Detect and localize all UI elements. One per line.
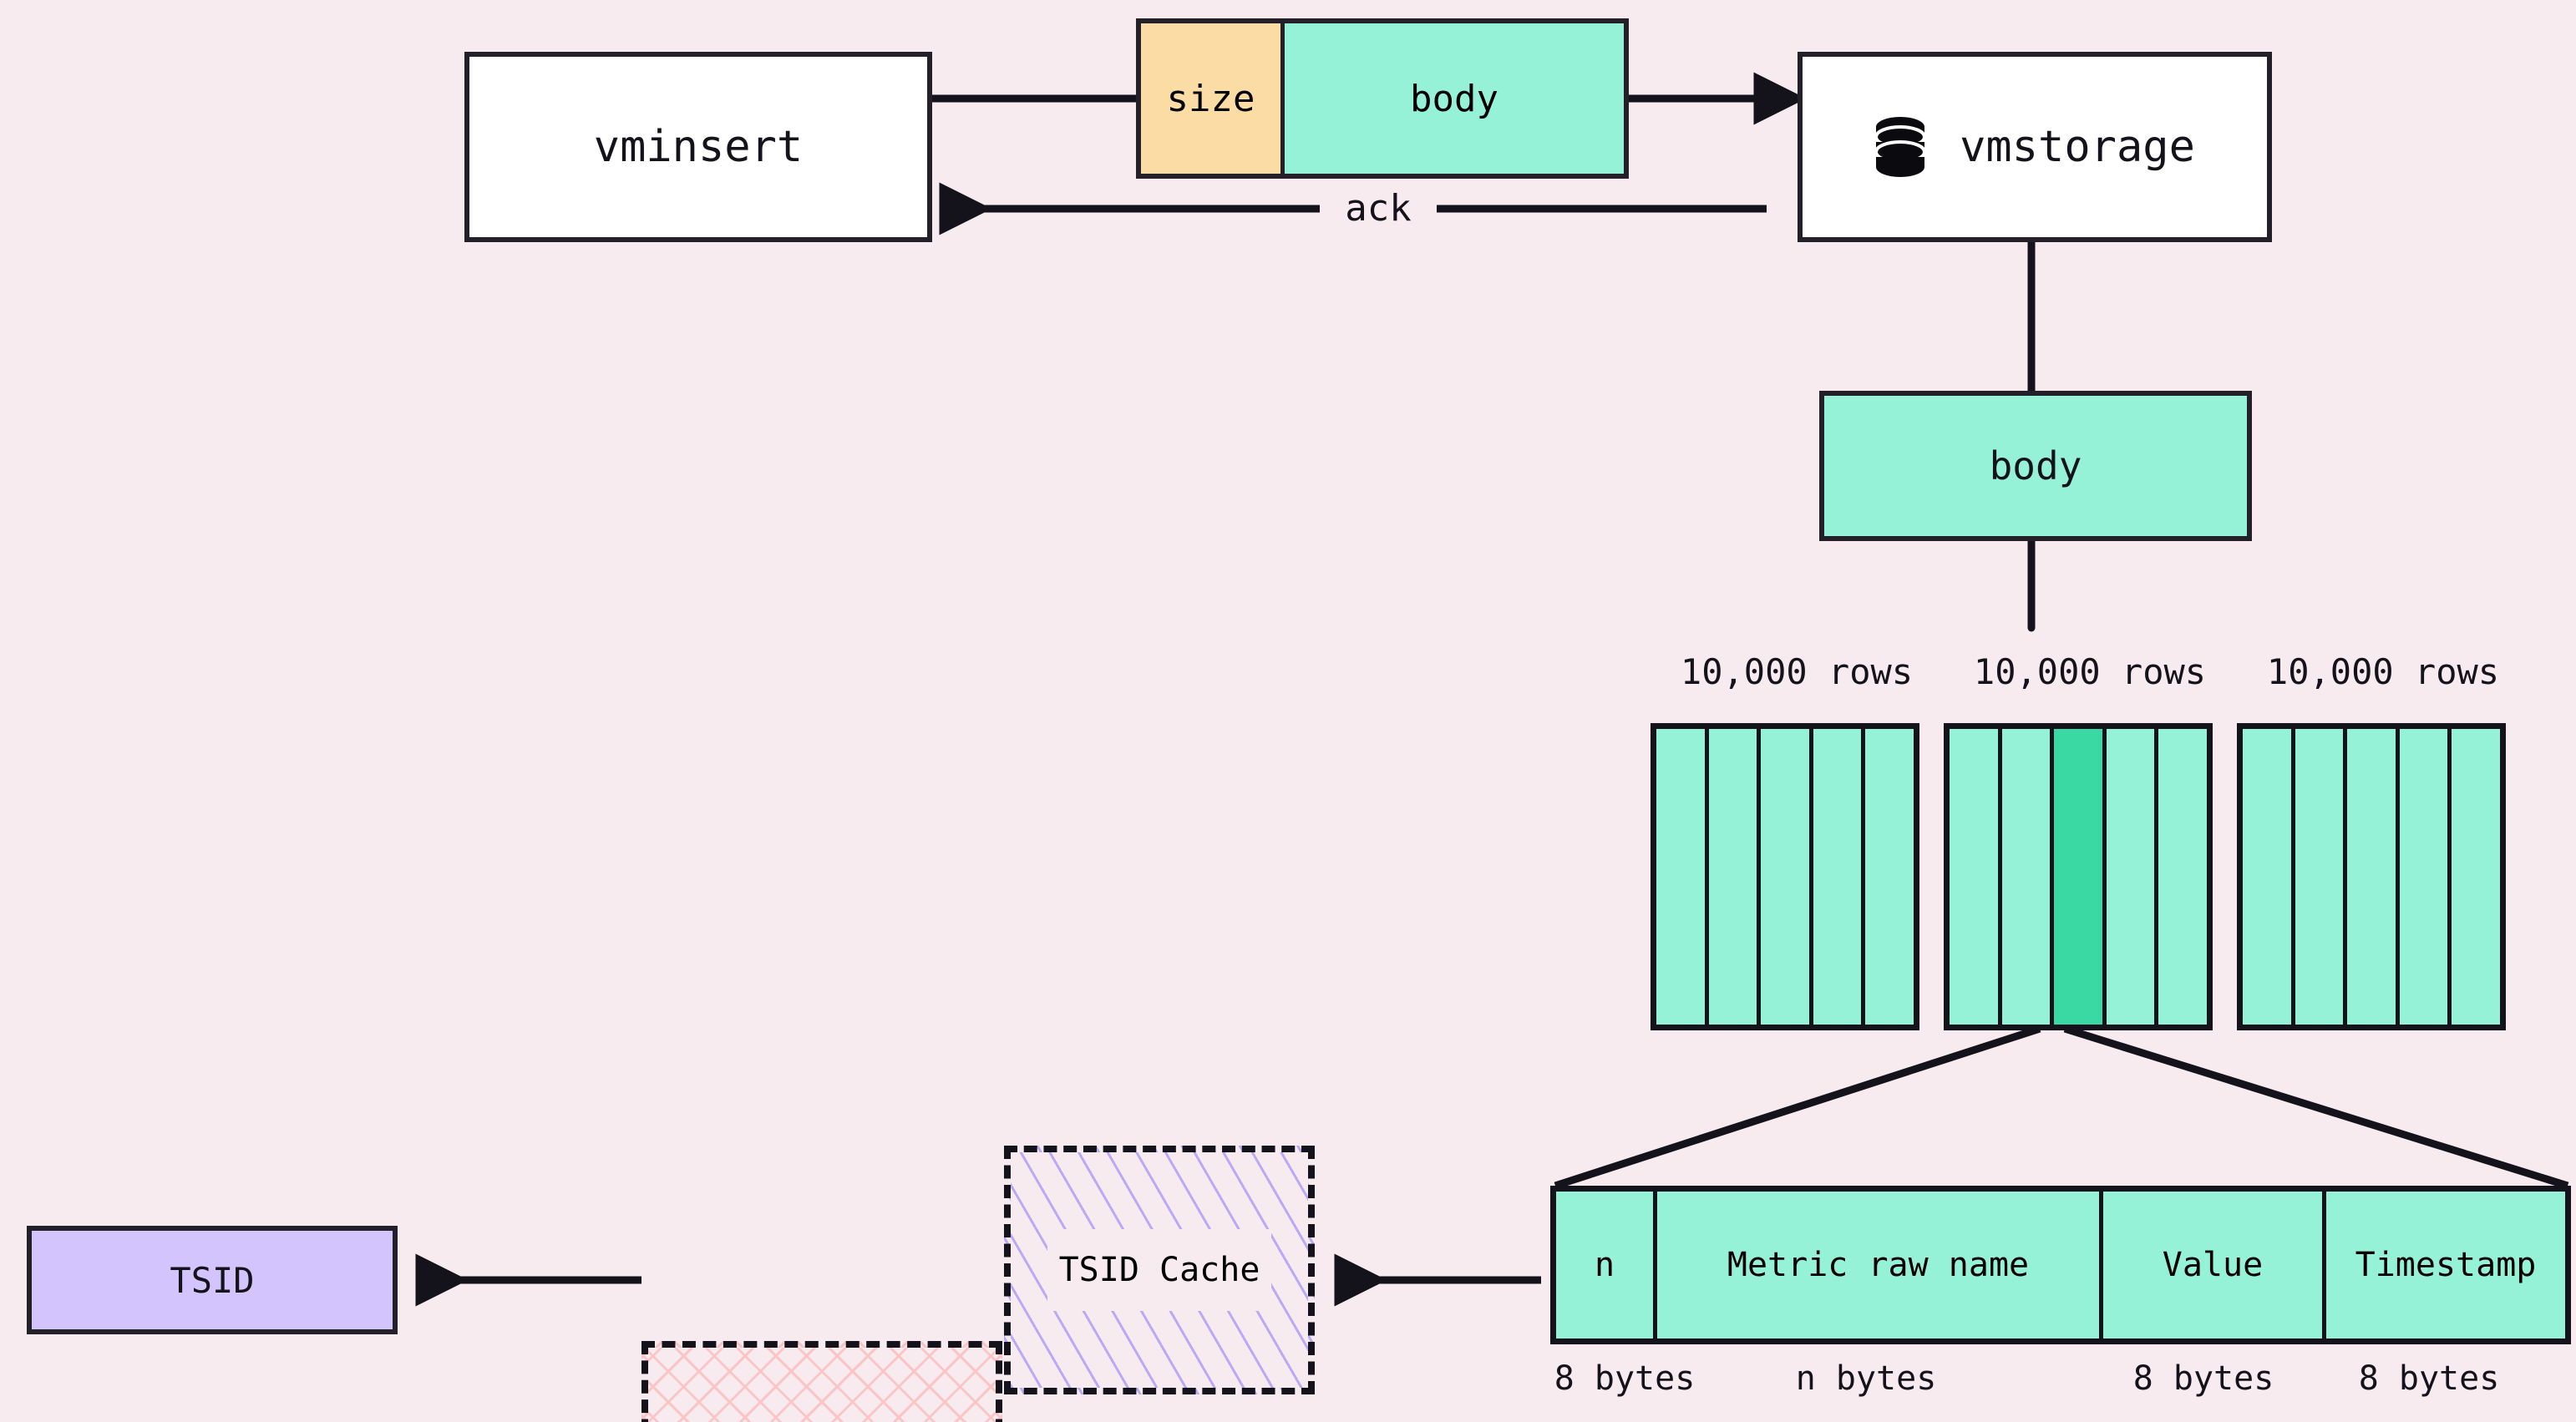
block-group-1[interactable] (1651, 723, 1919, 1030)
node-indexdb[interactable]: IndexDB (641, 1341, 1002, 1422)
block-group-2[interactable] (1944, 723, 2213, 1030)
block-stripe (1656, 729, 1705, 1025)
record-size-metric-raw-name: n bytes (1795, 1359, 1937, 1398)
node-body-block[interactable]: body (1819, 391, 2252, 541)
block-stripe (2452, 729, 2500, 1025)
packet-body-segment: body (1285, 23, 1624, 174)
record-cell-label: Metric raw name (1727, 1246, 2030, 1284)
block-stripe (2243, 729, 2291, 1025)
diagram-canvas: vminsert size body ack vmstorage body 10… (0, 0, 2576, 1422)
wire-stripe-to-record-right (2063, 1025, 2569, 1190)
block-stripe (1761, 729, 1809, 1025)
block-group-caption-1: 10,000 rows (1680, 651, 1914, 692)
block-stripe (2295, 729, 2344, 1025)
body-block-label: body (1989, 443, 2082, 488)
ack-label: ack (1320, 185, 1437, 232)
record-cell-value: Value (2103, 1192, 2322, 1339)
block-stripe (2158, 729, 2207, 1025)
block-stripe (1865, 729, 1914, 1025)
wire-stripe-to-record-left (1554, 1025, 2041, 1190)
block-stripe (2347, 729, 2396, 1025)
node-vmstorage[interactable]: vmstorage (1798, 52, 2272, 242)
record-cell-label: n (1594, 1246, 1615, 1284)
block-stripe (2399, 729, 2448, 1025)
record-cell-label: Value (2162, 1246, 2264, 1284)
node-vminsert[interactable]: vminsert (464, 52, 932, 242)
node-tsid[interactable]: TSID (27, 1226, 398, 1334)
record-cell-label: Timestamp (2355, 1246, 2537, 1284)
record-layout: n Metric raw name Value Timestamp (1550, 1186, 2571, 1344)
tsid-label: TSID (170, 1259, 255, 1301)
packet-size-body: size body (1136, 18, 1629, 179)
record-cell-timestamp: Timestamp (2326, 1192, 2565, 1339)
vminsert-label: vminsert (593, 122, 804, 172)
block-stripe (2106, 729, 2155, 1025)
block-stripe (1708, 729, 1757, 1025)
record-size-value: 8 bytes (2132, 1359, 2274, 1398)
record-cell-n: n (1556, 1192, 1653, 1339)
block-group-caption-2: 10,000 rows (1973, 651, 2207, 692)
packet-size-label: size (1166, 77, 1255, 120)
record-cell-metric-raw-name: Metric raw name (1657, 1192, 2099, 1339)
block-group-3[interactable] (2237, 723, 2506, 1030)
block-stripe (1813, 729, 1862, 1025)
block-stripe (1950, 729, 1998, 1025)
node-tsid-cache[interactable]: TSID Cache (1004, 1146, 1315, 1394)
block-stripe (2001, 729, 2051, 1025)
database-cylinder-icon (1874, 117, 1927, 177)
record-size-timestamp: 8 bytes (2358, 1359, 2500, 1398)
record-size-n: 8 bytes (1554, 1359, 1696, 1398)
block-group-caption-3: 10,000 rows (2266, 651, 2500, 692)
block-stripe-highlighted[interactable] (2054, 729, 2102, 1025)
tsid-cache-label: TSID Cache (1047, 1229, 1272, 1311)
packet-body-label: body (1410, 77, 1498, 120)
vmstorage-label: vmstorage (1960, 122, 2195, 172)
packet-size-segment: size (1141, 23, 1285, 174)
